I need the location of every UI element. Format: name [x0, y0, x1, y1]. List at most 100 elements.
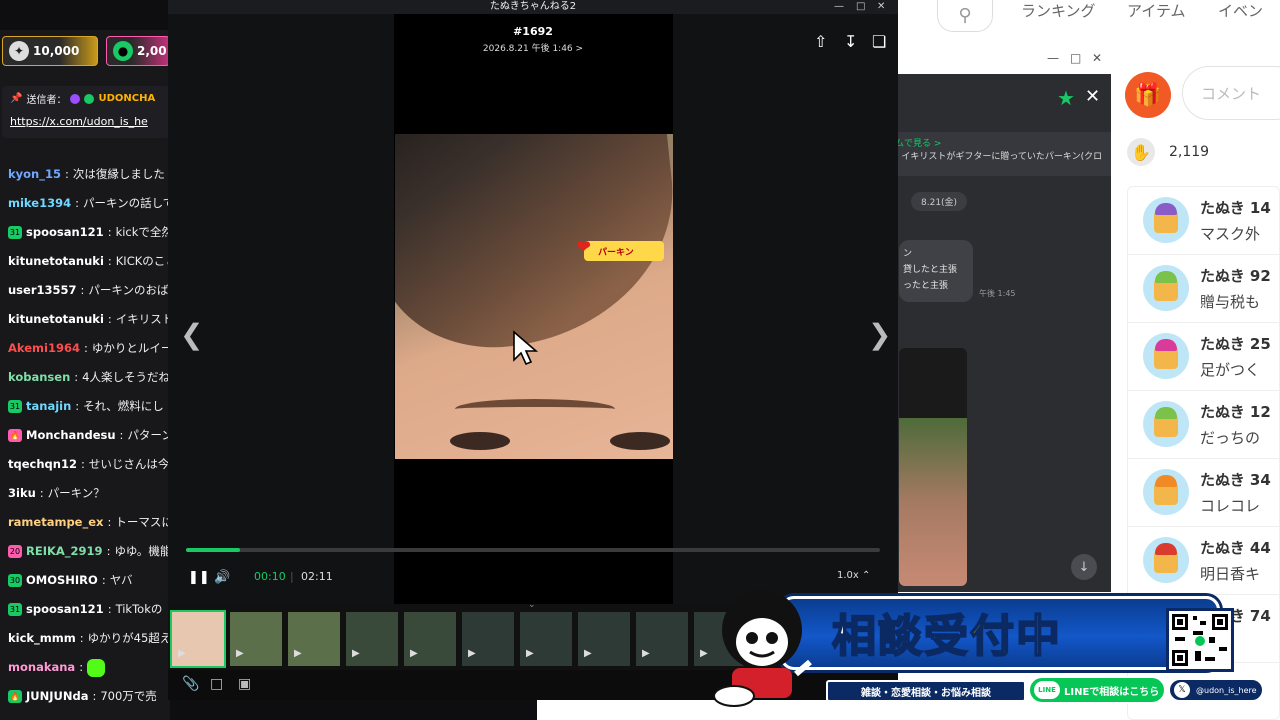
maximize-icon[interactable]: □ — [856, 0, 865, 13]
bookmark-icon[interactable]: ❏ — [872, 32, 886, 51]
chat-username[interactable]: kitunetotanuki — [8, 305, 104, 334]
chat-username[interactable]: REIKA_2919 — [26, 537, 103, 566]
thumbnail-item[interactable]: ▶ — [578, 612, 630, 666]
chat-username[interactable]: tqechqn12 — [8, 450, 77, 479]
chat-message[interactable]: 🔥 JUNJUNda:700万で売 — [0, 682, 170, 711]
comment-item[interactable]: たぬき 34 コレコレ — [1128, 459, 1280, 527]
comment-author[interactable]: たぬき 92 — [1200, 265, 1271, 286]
thumbnail-item[interactable]: ▶ — [230, 612, 282, 666]
video-frame[interactable] — [395, 134, 673, 459]
comment-item[interactable]: たぬき 12 だっちの — [1128, 391, 1280, 459]
announcement-link[interactable]: ムで見る > — [895, 136, 1103, 149]
chat-username[interactable]: kobansen — [8, 363, 70, 392]
chat-username[interactable]: mike1394 — [8, 189, 71, 218]
chat-username[interactable]: kick_mmm — [8, 624, 76, 653]
message-bubble[interactable]: ン 貸したと主張 ったと主張 — [899, 240, 973, 302]
chat-message[interactable]: 31 spoosan121: TikTokの — [0, 595, 170, 624]
thumbnail-item[interactable]: ▶ — [520, 612, 572, 666]
close-icon[interactable]: ✕ — [1085, 86, 1100, 107]
chat-message[interactable]: 3iku: パーキン？ — [0, 479, 170, 508]
chat-message[interactable]: rametampe_ex: トーマスに — [0, 508, 170, 537]
gift-icon[interactable]: 🎁 — [1125, 72, 1171, 118]
crop-icon[interactable]: ▣ — [238, 676, 251, 692]
thumbnail-item[interactable]: ▶ — [288, 612, 340, 666]
collapse-icon[interactable]: ⌄ — [528, 600, 536, 610]
comment-input[interactable]: コメント — [1182, 66, 1280, 120]
coin-balance-kick[interactable]: ● 2,00 — [106, 36, 170, 66]
search-icon[interactable]: ⚲ — [937, 0, 993, 32]
volume-icon[interactable]: 🔊 — [214, 570, 230, 585]
avatar[interactable] — [1143, 401, 1189, 447]
chat-username[interactable]: Akemi1964 — [8, 334, 80, 363]
chat-username[interactable]: 3iku — [8, 479, 36, 508]
star-icon[interactable]: ★ — [1057, 86, 1075, 110]
nav-events[interactable]: イベン — [1218, 0, 1263, 21]
chat-message[interactable]: kyon_15: 次は復縁しました — [0, 160, 170, 189]
chat-username[interactable]: tanajin — [26, 392, 71, 421]
thumbnail-item[interactable]: ▶ — [636, 612, 688, 666]
pause-icon[interactable]: ❚❚ — [188, 570, 210, 585]
comment-author[interactable]: たぬき 25 — [1200, 333, 1271, 354]
chat-username[interactable]: user13557 — [8, 276, 77, 305]
chat-message[interactable]: kitunetotanuki: イキリスト — [0, 305, 170, 334]
chat-message[interactable]: 🔥 Monchandesu: パターン — [0, 421, 170, 450]
download-icon[interactable]: ↧ — [844, 32, 857, 51]
chat-username[interactable]: rametampe_ex — [8, 508, 103, 537]
chat-message[interactable]: 31 spoosan121: kickで全然 — [0, 218, 170, 247]
avatar[interactable] — [1143, 469, 1189, 515]
item-date[interactable]: 2026.8.21 午後 1:46 > — [168, 41, 898, 54]
chat-username[interactable]: kitunetotanuki — [8, 247, 104, 276]
chat-username[interactable]: Monchandesu — [26, 421, 116, 450]
avatar[interactable] — [1143, 197, 1189, 243]
chat-username[interactable]: spoosan121 — [26, 595, 104, 624]
chat-message[interactable]: monakana: — [0, 653, 170, 682]
chat-username[interactable]: JUNJUNda — [26, 682, 88, 711]
chat-username[interactable]: monakana — [8, 653, 75, 682]
coin-balance-gold[interactable]: ✦ 10,000 — [2, 36, 98, 66]
clap-counter[interactable]: ✋ 2,119 — [1127, 138, 1209, 166]
comment-item[interactable]: たぬき 14 マスク外 — [1128, 187, 1280, 255]
maximize-icon[interactable]: □ — [1070, 51, 1081, 65]
comment-item[interactable]: たぬき 25 足がつく — [1128, 323, 1280, 391]
comment-author[interactable]: たぬき 14 — [1200, 197, 1271, 218]
thumbnail-item[interactable]: ▶ — [404, 612, 456, 666]
chat-message[interactable]: 30 OMOSHIRO: ヤバ — [0, 566, 170, 595]
chat-message[interactable]: Akemi1964: ゆかりとルイー — [0, 334, 170, 363]
line-announcement[interactable]: ムで見る > ] イキリストがギフターに贈っていたパーキン(クロ — [887, 132, 1111, 176]
chat-message[interactable]: 20 REIKA_2919: ゆゆ。機能 — [0, 537, 170, 566]
chat-message[interactable]: kobansen:4人楽しそうだね — [0, 363, 170, 392]
scroll-down-icon[interactable]: ↓ — [1071, 554, 1097, 580]
chat-message[interactable]: kitunetotanuki:KICKのこと — [0, 247, 170, 276]
chat-message[interactable]: tqechqn12: せいじさんは今 — [0, 450, 170, 479]
paperclip-icon[interactable]: 📎 — [182, 676, 199, 692]
chat-message[interactable]: user13557: パーキンのおば — [0, 276, 170, 305]
pinned-link[interactable]: https://x.com/udon_is_he — [10, 115, 162, 128]
sender-name[interactable]: UDONCHA — [98, 93, 155, 104]
video-progress-bar[interactable] — [186, 548, 880, 552]
bookmark-icon[interactable]: □ — [210, 676, 223, 692]
share-icon[interactable]: ⇧ — [814, 32, 827, 51]
minimize-icon[interactable]: — — [1047, 51, 1059, 65]
avatar[interactable] — [1143, 333, 1189, 379]
comment-author[interactable]: たぬき 44 — [1200, 537, 1271, 558]
close-icon[interactable]: ✕ — [1092, 51, 1102, 65]
comment-author[interactable]: たぬき 34 — [1200, 469, 1271, 490]
thumbnail-item[interactable]: ▶ — [346, 612, 398, 666]
chat-message[interactable]: mike1394: パーキンの話して — [0, 189, 170, 218]
pinned-message[interactable]: 📌 送信者： UDONCHA https://x.com/udon_is_he — [2, 86, 170, 138]
comment-author[interactable]: たぬき 12 — [1200, 401, 1271, 422]
thumbnail-item[interactable]: ▶ — [462, 612, 514, 666]
comment-item[interactable]: たぬき 92 贈与税も — [1128, 255, 1280, 323]
chat-username[interactable]: spoosan121 — [26, 218, 104, 247]
nav-ranking[interactable]: ランキング — [1021, 0, 1096, 21]
avatar[interactable] — [1143, 537, 1189, 583]
chat-message[interactable]: kick_mmm: ゆかりが45超え — [0, 624, 170, 653]
nav-items[interactable]: アイテム — [1127, 0, 1186, 21]
chat-message[interactable]: 31 tanajin: それ、燃料にし — [0, 392, 170, 421]
next-arrow-icon[interactable]: ❯ — [868, 318, 891, 351]
chat-username[interactable]: OMOSHIRO — [26, 566, 98, 595]
video-thumbnail[interactable] — [899, 348, 967, 586]
avatar[interactable] — [1143, 265, 1189, 311]
thumbnail-item[interactable]: ▶ — [170, 610, 226, 668]
previous-arrow-icon[interactable]: ❮ — [180, 318, 203, 351]
